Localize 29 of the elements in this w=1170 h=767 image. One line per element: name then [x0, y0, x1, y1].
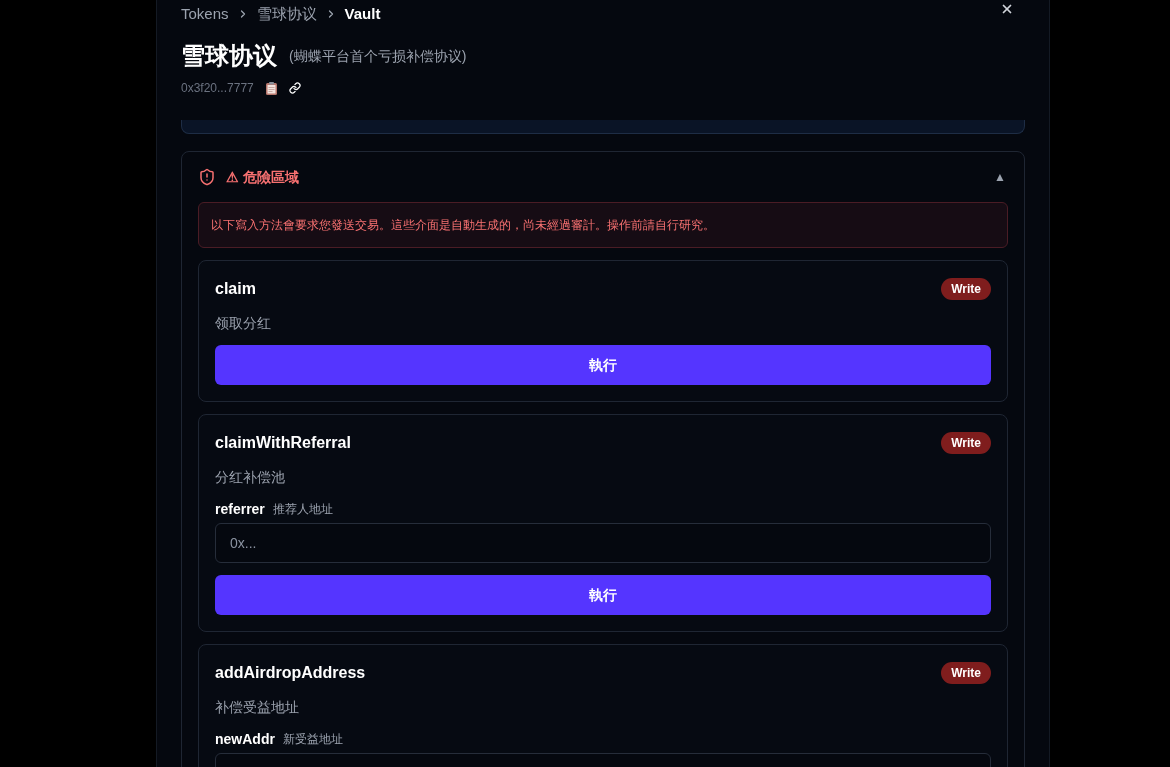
method-name: claim	[215, 279, 256, 299]
method-name: addAirdropAddress	[215, 663, 366, 683]
breadcrumb-link[interactable]: 雪球协议	[256, 2, 317, 26]
breadcrumb-link[interactable]: Vault	[344, 2, 381, 26]
clipboard-icon[interactable]	[265, 81, 277, 95]
collapse-toggle[interactable]: ▲	[994, 168, 1006, 186]
method-description: 补偿受益地址	[215, 698, 299, 717]
param-name: referrer	[215, 499, 265, 519]
close-icon	[1000, 2, 1014, 16]
method-description: 领取分红	[215, 314, 271, 333]
link-icon[interactable]	[288, 82, 301, 94]
param-hint: 推荐人地址	[272, 501, 333, 518]
method-description: 分红补偿池	[215, 468, 285, 487]
param-name: newAddr	[215, 729, 275, 749]
execute-button[interactable]: 執行	[215, 575, 991, 615]
contract-address: 0x3f20...7777	[181, 80, 254, 97]
page-subtitle: (蝴蝶平台首个亏损补偿协议)	[289, 46, 467, 66]
write-badge: Write	[941, 662, 991, 684]
param-hint: 新受益地址	[282, 731, 343, 748]
method-name: claimWithReferral	[215, 433, 351, 453]
write-badge: Write	[941, 432, 991, 454]
shield-alert-icon	[198, 168, 216, 186]
execute-button[interactable]: 執行	[215, 345, 991, 385]
write-badge: Write	[941, 278, 991, 300]
danger-zone-title: ⚠ 危險區域	[226, 167, 299, 187]
address-input[interactable]: 0x...	[215, 523, 991, 563]
page-title: 雪球协议	[181, 41, 277, 71]
breadcrumb-link[interactable]: Tokens	[181, 2, 229, 26]
warning-message: 以下寫入方法會要求您發送交易。這些介面是自動生成的，尚未經過審計。操作前請自行研究。	[198, 202, 1008, 248]
